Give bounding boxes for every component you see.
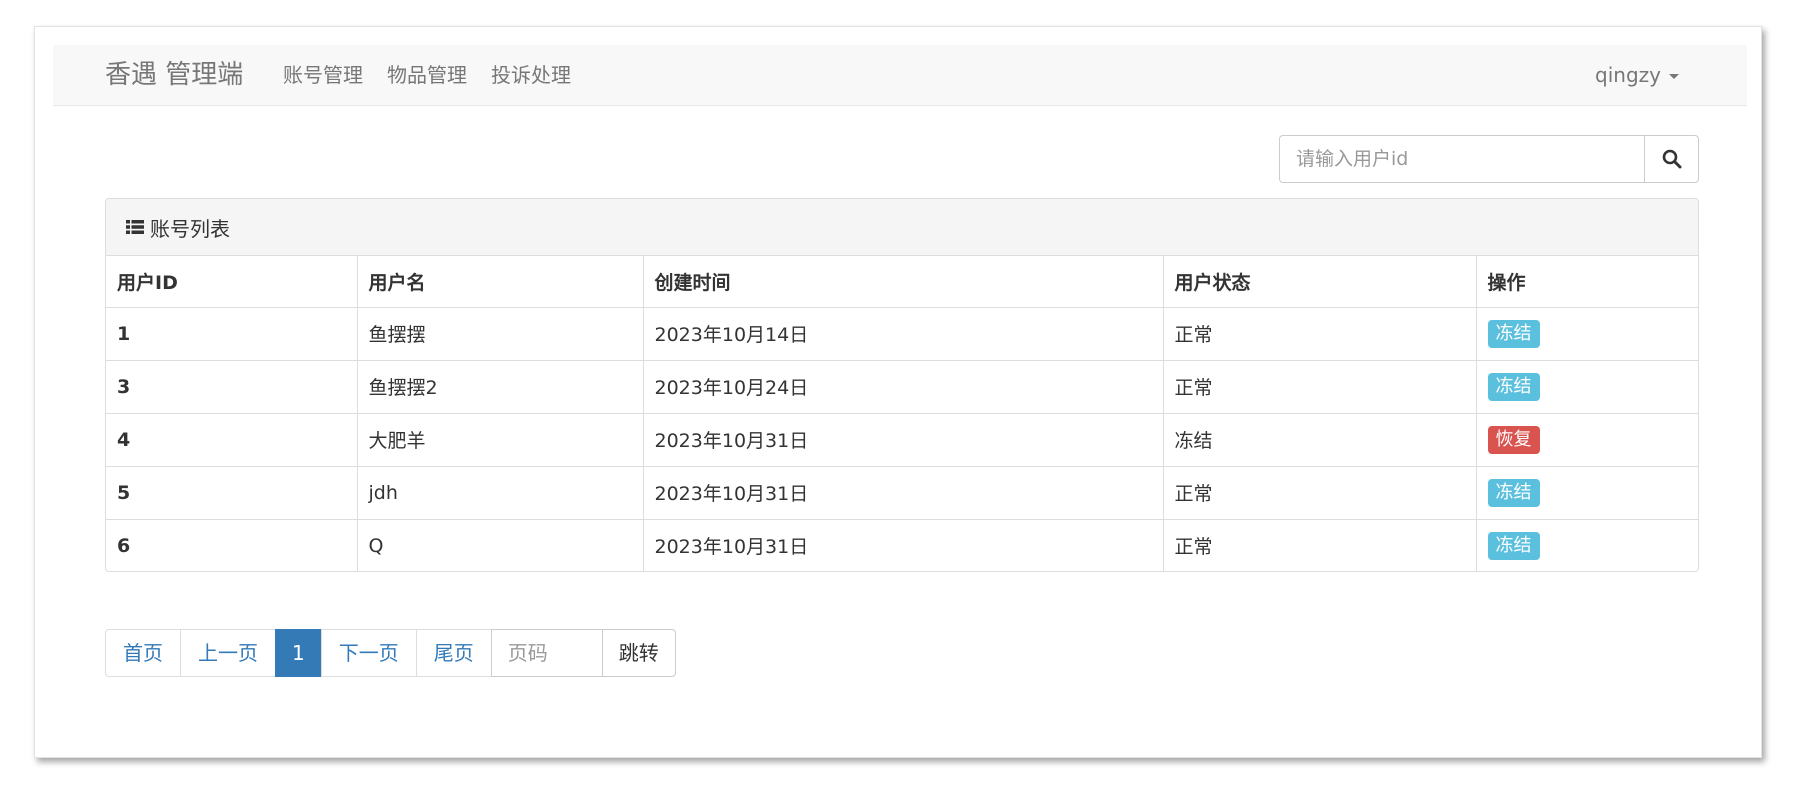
search-bar — [1279, 135, 1699, 183]
jump-button[interactable]: 跳转 — [601, 629, 676, 677]
user-id-cell: 4 — [106, 412, 357, 466]
last-page-button[interactable]: 尾页 — [415, 629, 492, 677]
status-cell: 正常 — [1162, 465, 1476, 519]
username-cell: 大肥羊 — [356, 412, 643, 466]
status-cell: 冻结 — [1162, 412, 1476, 466]
freeze-button[interactable]: 冻结 — [1487, 531, 1540, 560]
username-cell: 鱼摆摆2 — [356, 359, 643, 413]
action-cell: 恢复 — [1475, 412, 1698, 466]
navbar: 香遇 管理端 账号管理 物品管理 投诉处理 qingzy — [53, 45, 1747, 106]
created-time-cell: 2023年10月31日 — [642, 412, 1163, 466]
column-header-actions: 操作 — [1475, 256, 1698, 307]
panel-title: 账号列表 — [150, 216, 230, 241]
created-time-cell: 2023年10月14日 — [642, 306, 1163, 360]
freeze-button[interactable]: 冻结 — [1487, 478, 1540, 507]
app-window: 香遇 管理端 账号管理 物品管理 投诉处理 qingzy 账号列 — [34, 26, 1762, 758]
created-time-cell: 2023年10月31日 — [642, 465, 1163, 519]
table-row: 4 大肥羊 2023年10月31日 冻结 恢复 — [106, 412, 1698, 466]
user-id-cell: 6 — [106, 518, 357, 571]
table-row: 3 鱼摆摆2 2023年10月24日 正常 冻结 — [106, 359, 1698, 413]
next-page-button[interactable]: 下一页 — [320, 629, 417, 677]
status-cell: 正常 — [1162, 306, 1476, 360]
search-input[interactable] — [1279, 135, 1645, 183]
column-header-username: 用户名 — [356, 256, 643, 307]
username-cell: Q — [356, 518, 643, 571]
freeze-button[interactable]: 冻结 — [1487, 372, 1540, 401]
created-time-cell: 2023年10月24日 — [642, 359, 1163, 413]
column-header-created-time: 创建时间 — [642, 256, 1163, 307]
search-icon — [1662, 149, 1681, 169]
username-cell: jdh — [356, 465, 643, 519]
nav-complaint-handling[interactable]: 投诉处理 — [491, 45, 571, 106]
table-row: 6 Q 2023年10月31日 正常 冻结 — [106, 518, 1698, 571]
username-cell: 鱼摆摆 — [356, 306, 643, 360]
user-id-cell: 1 — [106, 306, 357, 360]
nav-item-management[interactable]: 物品管理 — [387, 45, 467, 106]
table-row: 5 jdh 2023年10月31日 正常 冻结 — [106, 465, 1698, 519]
username: qingzy — [1595, 63, 1661, 87]
brand[interactable]: 香遇 管理端 — [105, 45, 243, 106]
page-number-input[interactable] — [490, 629, 603, 677]
panel-heading: 账号列表 — [106, 199, 1698, 256]
prev-page-button[interactable]: 上一页 — [180, 629, 276, 677]
action-cell: 冻结 — [1475, 306, 1698, 360]
column-header-user-status: 用户状态 — [1162, 256, 1476, 307]
account-list-panel: 账号列表 用户ID 用户名 创建时间 用户状态 操作 1 鱼摆摆 2023年10… — [105, 198, 1699, 572]
action-cell: 冻结 — [1475, 518, 1698, 571]
restore-button[interactable]: 恢复 — [1487, 425, 1540, 454]
status-cell: 正常 — [1162, 518, 1476, 571]
action-cell: 冻结 — [1475, 465, 1698, 519]
nav-account-management[interactable]: 账号管理 — [283, 45, 363, 106]
action-cell: 冻结 — [1475, 359, 1698, 413]
column-header-user-id: 用户ID — [117, 271, 178, 294]
freeze-button[interactable]: 冻结 — [1487, 319, 1540, 348]
user-id-cell: 5 — [106, 465, 357, 519]
table-header-row: 用户ID 用户名 创建时间 用户状态 操作 — [106, 256, 1698, 307]
table-row: 1 鱼摆摆 2023年10月14日 正常 冻结 — [106, 306, 1698, 360]
created-time-cell: 2023年10月31日 — [642, 518, 1163, 571]
user-id-cell: 3 — [106, 359, 357, 413]
status-cell: 正常 — [1162, 359, 1476, 413]
list-icon — [126, 220, 144, 234]
pagination: 首页 上一页 1 下一页 尾页 跳转 — [105, 629, 676, 677]
current-page-button[interactable]: 1 — [275, 629, 322, 677]
search-button[interactable] — [1644, 135, 1699, 183]
first-page-button[interactable]: 首页 — [105, 629, 181, 677]
user-menu[interactable]: qingzy — [1595, 45, 1679, 106]
account-table: 用户ID 用户名 创建时间 用户状态 操作 1 鱼摆摆 2023年10月14日 … — [106, 256, 1698, 571]
caret-down-icon — [1669, 74, 1679, 79]
